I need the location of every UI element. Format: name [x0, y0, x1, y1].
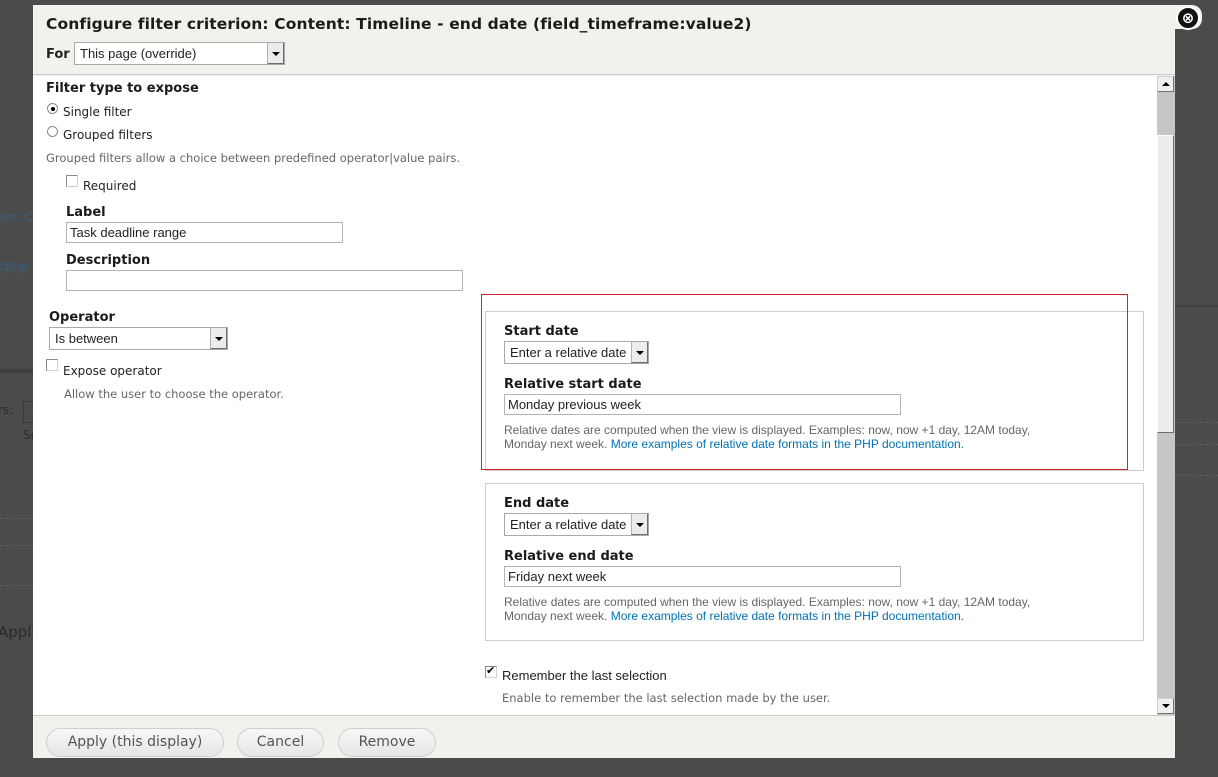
required-checkbox[interactable]	[66, 175, 78, 187]
start-date-type-select[interactable]: Enter a relative date	[504, 341, 649, 364]
remove-button[interactable]: Remove	[338, 728, 436, 757]
php-docs-link[interactable]: More examples of relative date formats i…	[611, 609, 964, 623]
expose-operator-description: Allow the user to choose the operator.	[64, 387, 284, 401]
remember-selection-description: Enable to remember the last selection ma…	[502, 691, 831, 705]
scroll-up-arrow-icon[interactable]	[1157, 76, 1174, 92]
background-text-fragment: ser: C	[0, 210, 33, 224]
background-divider	[0, 585, 33, 586]
content-scrollbar[interactable]	[1157, 76, 1175, 715]
operator-select-value: Is between	[55, 331, 118, 346]
for-select[interactable]: This page (override)	[74, 42, 285, 65]
grouped-filters-radio[interactable]	[47, 126, 58, 137]
required-label: Required	[83, 179, 137, 193]
background-divider	[0, 545, 33, 546]
scroll-down-arrow-icon[interactable]	[1157, 698, 1174, 714]
end-date-help-text: Relative dates are computed when the vie…	[504, 595, 1134, 623]
label-input[interactable]	[66, 222, 343, 243]
end-date-type-value: Enter a relative date	[510, 517, 627, 532]
end-date-help-line2: Monday next week.	[504, 609, 608, 623]
chevron-down-icon	[631, 514, 648, 535]
dialog-header: Configure filter criterion: Content: Tim…	[33, 5, 1175, 75]
chevron-down-icon	[631, 342, 648, 363]
operator-select[interactable]: Is between	[49, 327, 228, 350]
end-date-help-line1: Relative dates are computed when the vie…	[504, 595, 1031, 609]
end-date-type-select[interactable]: Enter a relative date	[504, 513, 649, 536]
background-divider	[1175, 444, 1218, 445]
background-divider	[0, 518, 33, 519]
start-date-help-line2: Monday next week.	[504, 437, 608, 451]
single-filter-label: Single filter	[63, 105, 132, 119]
remember-selection-label: Remember the last selection	[502, 668, 667, 683]
start-date-label: Start date	[504, 324, 579, 339]
grouped-filters-description: Grouped filters allow a choice between p…	[46, 151, 461, 165]
remember-selection-checkbox[interactable]	[485, 664, 497, 678]
background-text-fragment: opup	[0, 259, 29, 273]
for-select-value: This page (override)	[80, 46, 197, 61]
relative-start-date-label: Relative start date	[504, 377, 642, 392]
relative-end-date-input[interactable]	[504, 566, 901, 587]
expose-operator-label: Expose operator	[63, 364, 162, 378]
cancel-button[interactable]: Cancel	[237, 728, 324, 757]
background-divider	[1175, 422, 1218, 423]
apply-button[interactable]: Apply (this display)	[46, 728, 224, 757]
expose-operator-checkbox[interactable]	[46, 359, 58, 371]
single-filter-radio[interactable]	[47, 103, 58, 114]
dialog-title: Configure filter criterion: Content: Tim…	[46, 15, 752, 33]
dialog-footer: Apply (this display) Cancel Remove	[33, 715, 1175, 758]
start-date-type-value: Enter a relative date	[510, 345, 627, 360]
operator-label: Operator	[49, 310, 115, 325]
end-date-fieldset: End date Enter a relative date Relative …	[485, 483, 1144, 641]
filter-config-dialog: Configure filter criterion: Content: Tim…	[33, 5, 1175, 758]
background-divider	[1175, 475, 1218, 476]
end-date-label: End date	[504, 496, 570, 511]
label-field-label: Label	[66, 205, 106, 220]
relative-start-date-input[interactable]	[504, 394, 901, 415]
relative-end-date-label: Relative end date	[504, 549, 634, 564]
start-date-fieldset: Start date Enter a relative date Relativ…	[485, 311, 1144, 471]
dialog-content: Filter type to expose Single filter Grou…	[33, 76, 1157, 715]
description-field-label: Description	[66, 253, 151, 268]
background-divider	[1175, 305, 1218, 307]
background-divider	[0, 369, 33, 373]
close-icon[interactable]: ⊗	[1176, 6, 1200, 30]
start-date-help-text: Relative dates are computed when the vie…	[504, 423, 1134, 451]
description-input[interactable]	[66, 270, 463, 291]
chevron-down-icon	[210, 328, 227, 349]
background-text-fragment: rs:	[0, 403, 14, 417]
start-date-help-line1: Relative dates are computed when the vie…	[504, 423, 1031, 437]
filter-type-heading: Filter type to expose	[46, 81, 199, 96]
grouped-filters-label: Grouped filters	[63, 128, 153, 142]
chevron-down-icon	[267, 43, 284, 64]
php-docs-link[interactable]: More examples of relative date formats i…	[611, 437, 964, 451]
scroll-thumb[interactable]	[1157, 135, 1174, 433]
for-label: For	[46, 47, 70, 62]
